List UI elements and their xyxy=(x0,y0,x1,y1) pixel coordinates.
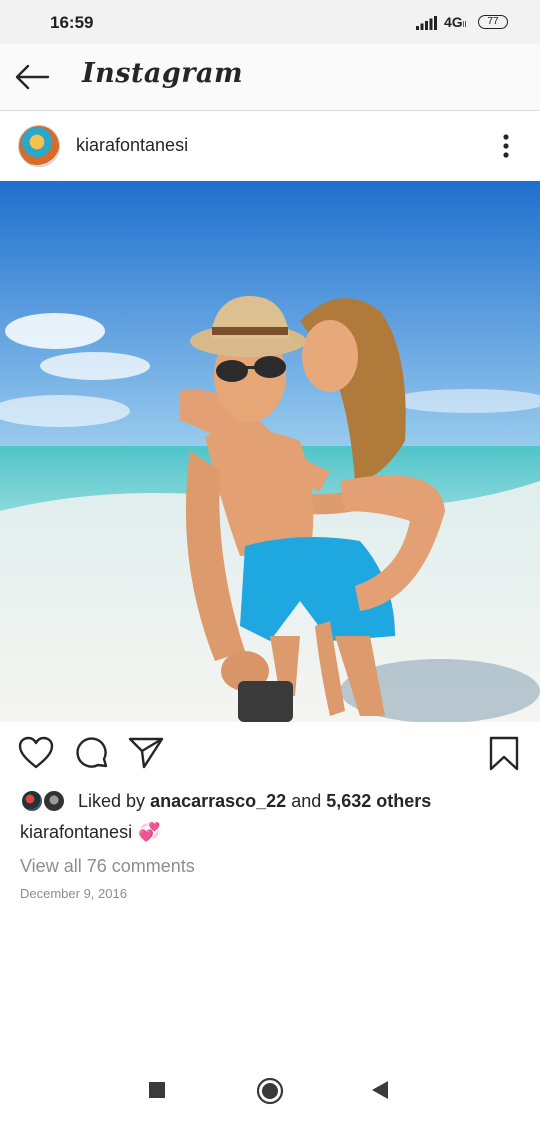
avatar[interactable] xyxy=(18,125,60,167)
liker-avatar xyxy=(42,789,66,813)
arrow-left-icon[interactable] xyxy=(14,64,50,90)
beach-photo-illustration xyxy=(0,181,540,722)
view-comments-link[interactable]: View all 76 comments xyxy=(20,856,195,877)
post-username[interactable]: kiarafontanesi xyxy=(76,135,188,156)
battery-icon: 77 xyxy=(478,15,508,29)
home-icon[interactable] xyxy=(256,1077,284,1105)
caption-username[interactable]: kiarafontanesi xyxy=(20,822,132,842)
bookmark-icon[interactable] xyxy=(488,736,520,772)
liker-avatar xyxy=(20,789,44,813)
post-actions xyxy=(0,722,540,786)
instagram-logo: Instagram xyxy=(82,58,244,89)
status-time: 16:59 xyxy=(50,13,94,32)
back-nav-icon[interactable] xyxy=(370,1080,390,1100)
signal-icon xyxy=(416,16,437,30)
post-date: December 9, 2016 xyxy=(20,886,127,901)
comment-icon[interactable] xyxy=(74,736,110,772)
network-indicator: 4Gll xyxy=(444,14,467,30)
post-photo[interactable] xyxy=(0,181,540,722)
heart-emoji: 💞 xyxy=(138,822,161,842)
more-vertical-icon[interactable] xyxy=(498,131,514,161)
recents-icon[interactable] xyxy=(148,1081,166,1099)
likes-row[interactable]: Liked by anacarrasco_22 and 5,632 others xyxy=(0,786,540,816)
system-nav-bar xyxy=(0,1060,540,1123)
caption: kiarafontanesi 💞 xyxy=(20,822,161,843)
likes-count[interactable]: 5,632 others xyxy=(326,791,431,811)
liked-by-user[interactable]: anacarrasco_22 xyxy=(150,791,286,811)
status-bar: 16:59 4Gll 77 xyxy=(0,0,540,44)
app-bar: Instagram xyxy=(0,44,540,111)
heart-icon[interactable] xyxy=(18,736,54,770)
post-header: kiarafontanesi xyxy=(0,111,540,181)
send-icon[interactable] xyxy=(128,736,164,770)
likes-text: Liked by anacarrasco_22 and 5,632 others xyxy=(78,791,432,811)
